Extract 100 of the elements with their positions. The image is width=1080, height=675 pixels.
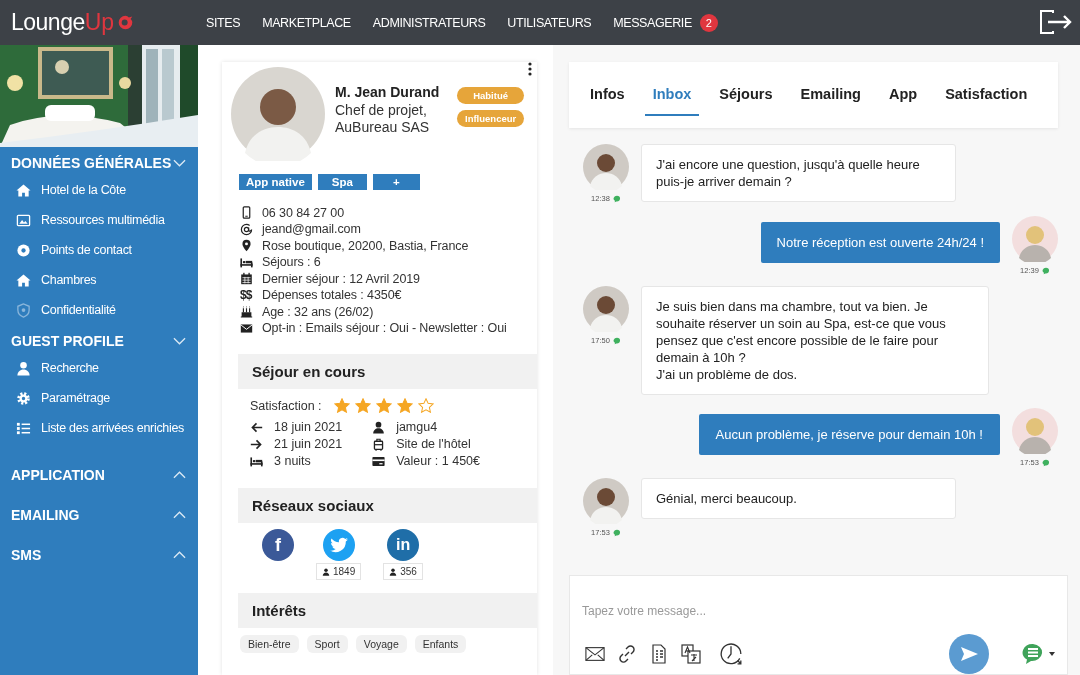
message-bubble: Notre réception est ouverte 24h/24 !: [760, 222, 1000, 263]
mail-icon: [240, 321, 253, 335]
guest-name: M. Jean Durand: [335, 84, 441, 100]
stay-text: jamgu4: [396, 420, 438, 434]
sidebar-item[interactable]: Recherche: [0, 353, 198, 383]
follower-count: 1849: [316, 563, 362, 580]
section-header[interactable]: SMS: [0, 535, 198, 575]
send-button[interactable]: [949, 634, 989, 674]
sidebar-item[interactable]: Points de contact: [0, 235, 198, 265]
satisfaction-label: Satisfaction :: [250, 398, 322, 413]
arrow-right-icon: [250, 437, 263, 451]
nav-link[interactable]: MESSAGERIE: [613, 15, 692, 30]
delivered-icon: [1041, 458, 1050, 467]
stay-text: Site de l'hôtel: [396, 437, 471, 451]
pin-icon: [240, 239, 253, 253]
stay-text: 21 juin 2021: [274, 437, 343, 451]
gear-icon: [16, 390, 31, 406]
info-text: Dernier séjour : 12 Avril 2019: [262, 271, 420, 286]
chat-menu-icon[interactable]: [1021, 642, 1057, 666]
tab[interactable]: Satisfaction: [937, 74, 1036, 116]
message-bubble: Génial, merci beaucoup.: [641, 478, 956, 519]
status-badge: Influenceur: [457, 110, 525, 127]
more-icon[interactable]: [528, 62, 532, 76]
tag[interactable]: App native: [239, 174, 312, 190]
logout-icon[interactable]: [1040, 10, 1074, 34]
send-icon: [959, 644, 979, 664]
status-badge: Habitué: [457, 87, 525, 104]
linkedin-button[interactable]: in: [387, 529, 420, 561]
message-bubble: Aucun problème, je réserve pour demain 10h !: [698, 414, 1000, 455]
image-icon: [16, 212, 31, 228]
star-icon: [333, 398, 350, 413]
link-icon[interactable]: [617, 644, 637, 664]
arrow-left-icon: [250, 420, 263, 434]
sidebar-item[interactable]: Chambres: [0, 265, 198, 295]
tab[interactable]: Emailing: [792, 74, 869, 116]
star-icon: [375, 398, 392, 413]
info-text: 06 30 84 27 00: [262, 205, 344, 220]
nav-link[interactable]: ADMINISTRATEURS: [372, 15, 486, 30]
info-text: Séjours : 6: [262, 255, 321, 270]
mail-icon[interactable]: [585, 644, 605, 664]
facebook-button[interactable]: f: [262, 529, 294, 561]
section-header[interactable]: APPLICATION: [0, 455, 198, 495]
star-icon: [396, 398, 413, 413]
translate-icon[interactable]: [681, 644, 701, 664]
info-text: Rose boutique, 20200, Bastia, France: [262, 238, 469, 253]
logo-text: Up: [84, 9, 115, 36]
avatar: [583, 478, 629, 524]
shield-icon: [16, 302, 31, 318]
sidebar-item[interactable]: Hotel de la Côte: [0, 175, 198, 205]
logo-text: Lounge: [11, 9, 85, 36]
list-icon: [16, 420, 31, 436]
tab[interactable]: App: [880, 74, 926, 116]
stay-text: 18 juin 2021: [274, 420, 343, 434]
message-bubble: J'ai encore une question, jusqu'à quelle heure puis-je arriver demain ?: [641, 144, 956, 202]
message-input[interactable]: Tapez votre message...: [570, 576, 1067, 634]
interest-chip: Sport: [306, 635, 348, 653]
nav-link[interactable]: MARKETPLACE: [262, 15, 351, 30]
sidebar-item[interactable]: Confidentialité: [0, 295, 198, 325]
section-header[interactable]: EMAILING: [0, 495, 198, 535]
tag[interactable]: Spa: [317, 174, 367, 190]
nav-link[interactable]: UTILISATEURS: [507, 15, 592, 30]
sidebar-item[interactable]: Ressources multimédia: [0, 205, 198, 235]
bed-icon: [250, 454, 263, 468]
tab[interactable]: Infos: [582, 74, 633, 116]
calendar-icon: [240, 272, 253, 286]
interest-chip: Voyage: [355, 635, 407, 653]
avatar: [583, 144, 629, 190]
tab[interactable]: Séjours: [711, 74, 781, 116]
info-text: Opt-in : Emails séjour : Oui - Newsletter : Oui: [262, 321, 507, 336]
document-icon[interactable]: [649, 644, 669, 664]
guest-role: Chef de projet, AuBureau SAS: [335, 102, 431, 136]
bird-icon[interactable]: [322, 529, 355, 561]
card-icon: [372, 454, 386, 468]
avatar: [1012, 216, 1058, 262]
section-header: Intérêts: [238, 593, 537, 628]
home-icon: [16, 182, 31, 198]
person-icon: [322, 567, 330, 576]
dot-icon: [16, 242, 31, 258]
section-header[interactable]: GUEST PROFILE: [0, 325, 198, 353]
interest-chip: Enfants: [414, 635, 467, 653]
section-header[interactable]: DONNÉES GÉNÉRALES: [0, 147, 198, 175]
stay-text: Valeur : 1 450€: [396, 454, 480, 468]
delivered-icon: [612, 194, 621, 203]
user-icon: [16, 360, 31, 376]
tab[interactable]: Inbox: [644, 74, 700, 116]
tag[interactable]: +: [372, 174, 420, 190]
currency-symbol: $$: [240, 288, 253, 303]
user-icon: [372, 420, 386, 434]
logo-icon: [117, 14, 135, 31]
message-bubble: Je suis bien dans ma chambre, tout va bien. Je souhaite réserver un soin au Spa, est-ce que vous pensez que c'est encore possible de le faire pour demain à 10h ? J'ai un problème de dos.: [641, 286, 989, 395]
sidebar-item[interactable]: Paramétrage: [0, 383, 198, 413]
clock-icon[interactable]: [719, 642, 743, 666]
sidebar-item[interactable]: Liste des arrivées enrichies: [0, 413, 198, 443]
avatar: [583, 286, 629, 332]
bed-icon: [240, 255, 253, 269]
nav-link[interactable]: SITES: [206, 15, 241, 30]
info-text: jeand@gmail.com: [262, 222, 361, 237]
info-text: Age : 32 ans (26/02): [262, 304, 374, 319]
luggage-icon: [372, 437, 386, 451]
message-composer[interactable]: Tapez votre message...: [569, 575, 1068, 675]
